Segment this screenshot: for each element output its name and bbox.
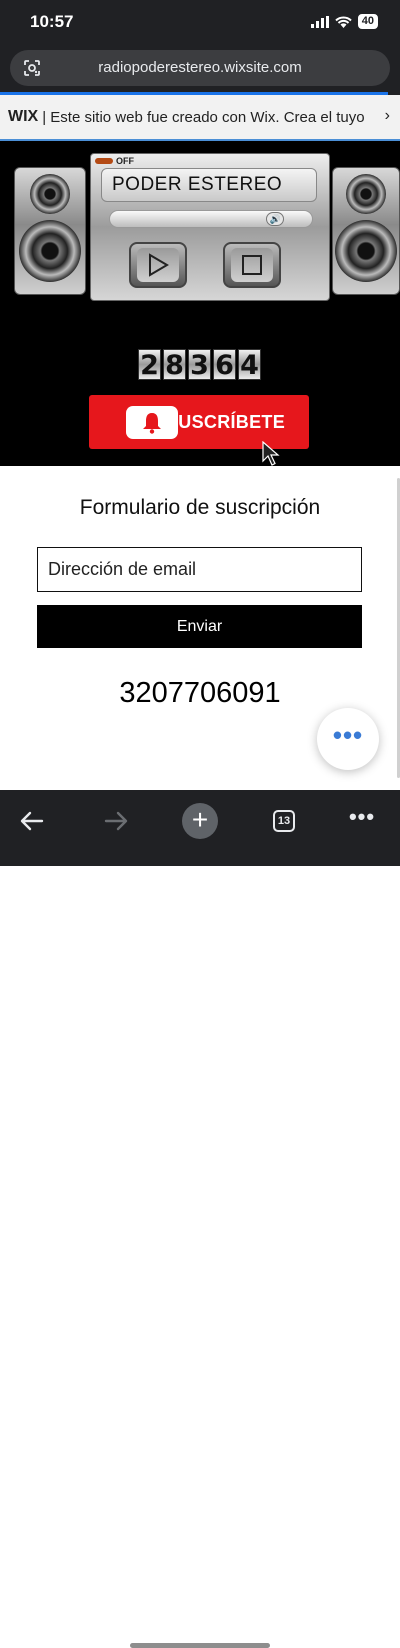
email-input[interactable] (37, 547, 362, 592)
play-button[interactable] (129, 242, 187, 288)
counter-digit: 4 (238, 349, 261, 381)
visitor-counter: 2 8 3 6 4 (138, 349, 261, 381)
more-horizontal-icon: ••• (332, 719, 364, 750)
speaker-volume-icon: 🔊 (269, 214, 281, 224)
stop-icon (242, 255, 262, 275)
stop-button[interactable] (223, 242, 281, 288)
mouse-cursor-icon (262, 441, 280, 466)
new-tab-button[interactable]: + (182, 800, 218, 842)
power-label: OFF (116, 156, 134, 166)
power-led (95, 158, 113, 164)
back-button[interactable] (14, 800, 50, 842)
counter-digit: 8 (163, 349, 186, 381)
station-display: PODER ESTEREO (101, 168, 317, 202)
status-bar: 10:57 40 (0, 0, 400, 46)
tabs-button[interactable]: 13 (266, 800, 302, 842)
address-bar[interactable]: radiopoderestereo.wixsite.com (10, 50, 390, 86)
menu-button[interactable]: ••• (344, 800, 380, 842)
browser-toolbar: + 13 ••• (0, 790, 400, 1648)
battery-indicator: 40 (357, 14, 378, 29)
plus-icon: + (182, 803, 218, 839)
more-horizontal-icon: ••• (348, 804, 376, 829)
signal-icon (310, 15, 329, 28)
status-icons: 40 (310, 14, 378, 29)
back-arrow-icon (20, 811, 44, 831)
wix-banner[interactable]: WIX | Este sitio web fue creado con Wix.… (0, 95, 400, 141)
radio-widget: OFF PODER ESTEREO 🔊 (90, 153, 330, 301)
submit-button[interactable]: Enviar (37, 605, 362, 648)
forward-arrow-icon (104, 811, 128, 831)
home-indicator[interactable] (130, 1643, 270, 1648)
right-speaker-image (332, 167, 400, 295)
speaker-woofer (335, 220, 397, 282)
browser-address-area: radiopoderestereo.wixsite.com (0, 46, 400, 94)
chevron-right-icon: › (384, 107, 390, 124)
volume-slider[interactable]: 🔊 (109, 210, 313, 228)
wix-logo: WIX (8, 108, 39, 125)
speaker-woofer (19, 220, 81, 282)
speaker-tweeter (346, 174, 386, 214)
left-speaker-image (14, 167, 86, 295)
speaker-tweeter (30, 174, 70, 214)
form-title: Formulario de suscripción (79, 496, 321, 519)
power-indicator: OFF (95, 156, 134, 166)
wix-banner-text: | Este sitio web fue creado con Wix. Cre… (42, 108, 365, 126)
url-text[interactable]: radiopoderestereo.wixsite.com (10, 59, 390, 76)
tabs-icon: 13 (273, 810, 295, 832)
subscribe-label: SUSCRÍBETE (166, 412, 286, 432)
radio-player-section: OFF PODER ESTEREO 🔊 2 8 3 6 4 SUSCRÍBETE (0, 141, 400, 466)
volume-knob[interactable]: 🔊 (266, 212, 285, 226)
clock: 10:57 (30, 12, 74, 31)
counter-digit: 6 (213, 349, 236, 381)
counter-digit: 2 (138, 349, 161, 381)
wifi-icon (335, 16, 352, 28)
counter-digit: 3 (188, 349, 211, 381)
more-options-button[interactable]: ••• (317, 708, 379, 770)
forward-button[interactable] (98, 800, 134, 842)
play-icon (149, 253, 169, 277)
phone-number: 3207706091 (119, 677, 281, 709)
